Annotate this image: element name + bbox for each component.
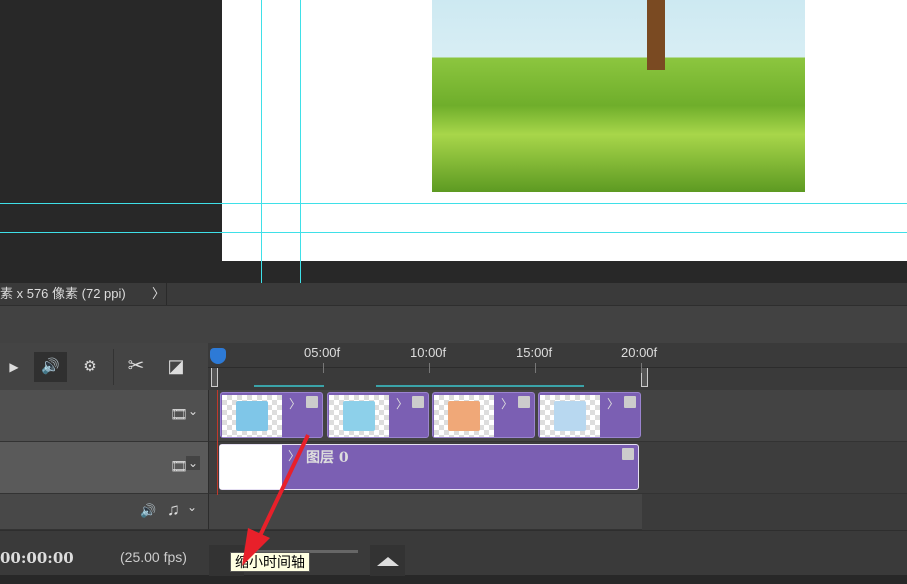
frame-rate: (25.00 fps) — [120, 549, 187, 565]
guide-vertical[interactable] — [261, 0, 262, 283]
video-clip[interactable]: 〉 — [538, 392, 641, 438]
status-menu-chevron[interactable]: 〉 — [152, 283, 165, 305]
split-scissors-button[interactable]: ✂ — [122, 351, 150, 381]
ruler-tick-label: 20:00f — [621, 345, 658, 360]
ruler-tick-label: 15:00f — [516, 345, 553, 360]
ruler-tick-label: 10:00f — [410, 345, 447, 360]
guide-vertical[interactable] — [300, 0, 301, 283]
transition-button[interactable]: ◪ — [164, 351, 188, 381]
canvas-image — [432, 0, 805, 192]
play-button[interactable]: ▶ — [2, 352, 26, 382]
video-clip[interactable]: 〉 — [327, 392, 429, 438]
document-info: 素 x 576 像素 (72 ppi) — [0, 286, 126, 301]
video-clip[interactable]: 〉 — [432, 392, 535, 438]
chevron-down-icon[interactable]: ⌄ — [188, 404, 198, 418]
chevron-down-icon[interactable]: ⌄ — [187, 500, 197, 514]
playhead-line — [217, 390, 218, 495]
timeline-footer: 00:00:00 (25.00 fps) — [0, 530, 907, 576]
guide-horizontal[interactable] — [0, 203, 907, 204]
audio-icon[interactable]: 🔊 — [140, 503, 156, 519]
guide-horizontal[interactable] — [0, 232, 907, 233]
playhead-handle[interactable] — [210, 348, 226, 364]
track-header-audio[interactable]: 🔊 ♫ ⌄ — [0, 494, 208, 530]
audio-mute-button[interactable]: 🔊 — [34, 352, 67, 382]
track-header-video-group[interactable]: 🎞 ⌄ — [0, 390, 208, 442]
status-bar: 素 x 576 像素 (72 ppi) 〉 — [0, 283, 907, 305]
chevron-down-icon[interactable]: ⌄ — [186, 456, 201, 470]
settings-gear-icon[interactable]: ⚙ — [78, 352, 102, 382]
film-icon[interactable]: 🎞 — [170, 406, 188, 423]
work-area-end-handle[interactable] — [641, 367, 648, 387]
mountain-large-icon — [377, 557, 399, 566]
current-timecode[interactable]: 00:00:00 — [0, 549, 74, 567]
timeline-controls: ▶ 🔊 ⚙ ✂ ◪ — [0, 343, 208, 390]
music-note-icon[interactable]: ♫ — [167, 500, 180, 520]
work-area-start-handle[interactable] — [211, 367, 218, 387]
ruler-tick-label: 05:00f — [304, 345, 341, 360]
zoom-in-timeline-button[interactable] — [370, 545, 405, 576]
timeline-panel-header — [0, 305, 907, 343]
track-header-layer-0[interactable]: 🎞 ⌄ — [0, 442, 208, 494]
annotation-arrow — [242, 434, 310, 566]
timeline-ruler[interactable]: 05:00f 10:00f 15:00f 20:00f — [208, 343, 907, 390]
